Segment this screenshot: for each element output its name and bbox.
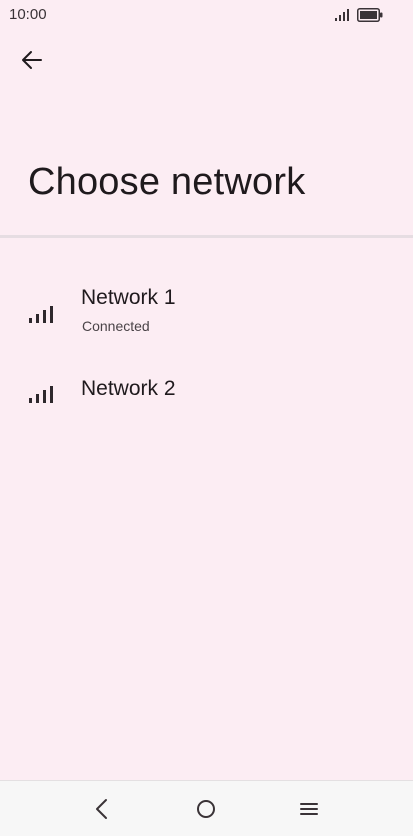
signal-icon (29, 386, 53, 403)
home-icon (197, 800, 215, 818)
signal-icon (335, 9, 349, 21)
arrow-left-icon (22, 51, 42, 69)
back-button[interactable] (14, 42, 50, 78)
header-divider (0, 235, 413, 238)
network-item-1[interactable]: Network 1 Connected (0, 268, 413, 354)
network-status: Connected (82, 318, 150, 334)
network-list: Network 1 Connected Network 2 (0, 268, 413, 414)
network-item-2[interactable]: Network 2 (0, 354, 413, 414)
nav-menu-button[interactable] (295, 795, 323, 823)
status-icons (335, 7, 383, 23)
battery-icon (357, 8, 383, 22)
status-bar: 10:00 (0, 0, 413, 30)
network-name: Network 1 (81, 286, 176, 309)
nav-home-button[interactable] (192, 795, 220, 823)
network-name: Network 2 (81, 377, 176, 400)
nav-back-button[interactable] (88, 795, 116, 823)
status-time: 10:00 (9, 6, 47, 23)
signal-icon (29, 306, 53, 323)
navigation-bar (0, 780, 413, 836)
menu-icon (300, 803, 318, 815)
page-title: Choose network (28, 161, 306, 203)
back-icon (96, 799, 107, 819)
